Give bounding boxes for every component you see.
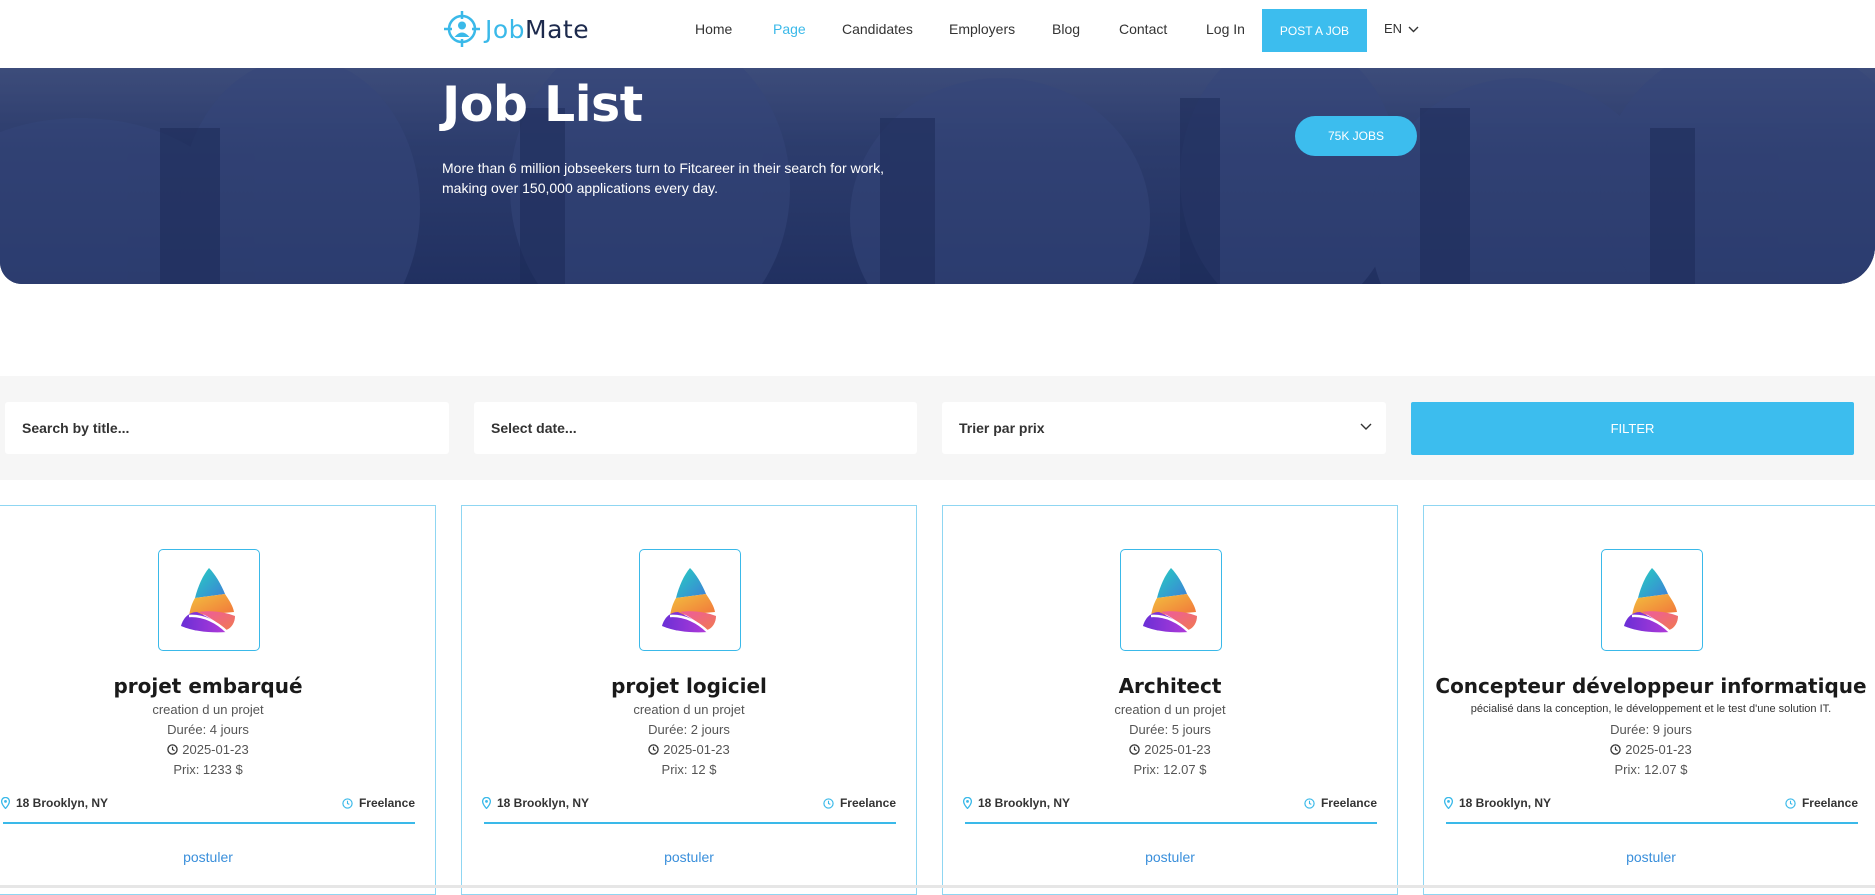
filter-bar: Search by title... Select date... Trier …	[0, 376, 1875, 480]
job-type-label: Freelance	[839, 796, 896, 810]
nav-employers[interactable]: Employers	[949, 21, 1015, 37]
job-type-label: Freelance	[1320, 796, 1377, 810]
clock-icon	[342, 797, 353, 809]
clock-icon	[1785, 797, 1796, 809]
job-location-label: 18 Brooklyn, NY	[1459, 796, 1552, 810]
job-date-row: 2025-01-23	[0, 742, 435, 758]
filter-button[interactable]: FILTER	[1411, 402, 1854, 455]
page-title: Job List	[442, 76, 643, 133]
job-type-label: Freelance	[358, 796, 415, 810]
nav-home[interactable]: Home	[695, 21, 732, 37]
title-search-input[interactable]: Search by title...	[5, 402, 449, 454]
price-sort-label: Trier par prix	[959, 420, 1045, 436]
job-price: Prix: 12.07 $	[1133, 762, 1207, 777]
jobs-count-badge[interactable]: 75K JOBS	[1295, 116, 1417, 156]
job-type: Freelance	[823, 796, 896, 810]
company-logo	[1120, 549, 1222, 651]
job-card[interactable]: Concepteur développeur informatique péci…	[1423, 505, 1875, 895]
job-location-label: 18 Brooklyn, NY	[16, 796, 109, 810]
location-pin-icon	[1444, 797, 1453, 809]
nav-page[interactable]: Page	[773, 21, 806, 37]
job-type: Freelance	[1304, 796, 1377, 810]
apply-link[interactable]: postuler	[943, 849, 1397, 865]
post-job-button[interactable]: POST A JOB	[1262, 9, 1367, 52]
job-duration: Durée: 5 jours	[1129, 722, 1211, 737]
language-label: EN	[1384, 21, 1403, 36]
location-pin-icon	[963, 797, 972, 809]
date-select-input[interactable]: Select date...	[474, 402, 917, 454]
job-date: 2025-01-23	[1144, 742, 1211, 757]
job-card[interactable]: projet logiciel creation d un projet Dur…	[461, 505, 917, 895]
clock-icon	[648, 744, 659, 755]
job-description: creation d un projet	[152, 702, 264, 717]
target-icon	[444, 11, 480, 47]
job-duration: Durée: 2 jours	[648, 722, 730, 737]
apply-link[interactable]: postuler	[0, 849, 435, 865]
job-type: Freelance	[1785, 796, 1858, 810]
hero-subtitle: More than 6 million jobseekers turn to F…	[442, 160, 884, 196]
card-divider	[1446, 822, 1858, 824]
job-duration: Durée: 4 jours	[167, 722, 249, 737]
job-title[interactable]: projet logiciel	[462, 674, 916, 698]
card-divider	[965, 822, 1377, 824]
job-location: 18 Brooklyn, NY	[963, 796, 1070, 810]
job-location: 18 Brooklyn, NY	[1, 796, 108, 810]
clock-icon	[823, 797, 834, 809]
location-pin-icon	[1, 797, 10, 809]
job-location-label: 18 Brooklyn, NY	[497, 796, 590, 810]
hero-banner: Job List More than 6 million jobseekers …	[0, 68, 1875, 284]
card-divider	[3, 822, 415, 824]
job-description: creation d un projet	[633, 702, 745, 717]
job-title[interactable]: Concepteur développeur informatique	[1424, 674, 1875, 698]
site-header: JobMate Home Page Candidates Employers B…	[0, 0, 1875, 68]
job-card[interactable]: projet embarqué creation d un projet Dur…	[0, 505, 436, 895]
price-sort-select[interactable]: Trier par prix	[942, 402, 1386, 454]
chevron-down-icon	[1408, 26, 1419, 32]
job-title[interactable]: projet embarqué	[0, 674, 435, 698]
hero-background-image	[0, 68, 1875, 284]
nav-candidates[interactable]: Candidates	[842, 21, 913, 37]
logo-text-job: Job	[485, 14, 526, 44]
jobmate-logo[interactable]: JobMate	[443, 10, 589, 48]
clock-icon	[167, 744, 178, 755]
job-description: pécialisé dans la conception, le dévelop…	[1470, 703, 1832, 715]
company-logo	[1601, 549, 1703, 651]
job-price: Prix: 12 $	[661, 762, 717, 777]
language-selector[interactable]: EN	[1384, 21, 1419, 36]
job-date-row: 2025-01-23	[1424, 742, 1875, 758]
job-type: Freelance	[342, 796, 415, 810]
clock-icon	[1304, 797, 1315, 809]
chevron-down-icon	[1360, 423, 1372, 430]
job-duration: Durée: 9 jours	[1610, 722, 1692, 737]
card-divider	[484, 822, 896, 824]
job-location-label: 18 Brooklyn, NY	[978, 796, 1071, 810]
job-date: 2025-01-23	[1625, 742, 1692, 757]
job-location: 18 Brooklyn, NY	[482, 796, 589, 810]
logo-text-mate: Mate	[525, 14, 590, 44]
job-date: 2025-01-23	[182, 742, 249, 757]
nav-login[interactable]: Log In	[1206, 21, 1245, 37]
location-pin-icon	[482, 797, 491, 809]
job-description: creation d un projet	[1114, 702, 1226, 717]
apply-link[interactable]: postuler	[462, 849, 916, 865]
job-type-label: Freelance	[1801, 796, 1858, 810]
job-location: 18 Brooklyn, NY	[1444, 796, 1551, 810]
clock-icon	[1610, 744, 1621, 755]
job-date: 2025-01-23	[663, 742, 730, 757]
company-logo	[639, 549, 741, 651]
apply-link[interactable]: postuler	[1424, 849, 1875, 865]
clock-icon	[1129, 744, 1140, 755]
job-date-row: 2025-01-23	[943, 742, 1397, 758]
nav-blog[interactable]: Blog	[1052, 21, 1080, 37]
job-price: Prix: 12.07 $	[1614, 762, 1688, 777]
job-title[interactable]: Architect	[943, 674, 1397, 698]
company-logo	[158, 549, 260, 651]
job-card[interactable]: Architect creation d un projet Durée: 5 …	[942, 505, 1398, 895]
nav-contact[interactable]: Contact	[1119, 21, 1167, 37]
job-date-row: 2025-01-23	[462, 742, 916, 758]
job-price: Prix: 1233 $	[173, 762, 243, 777]
